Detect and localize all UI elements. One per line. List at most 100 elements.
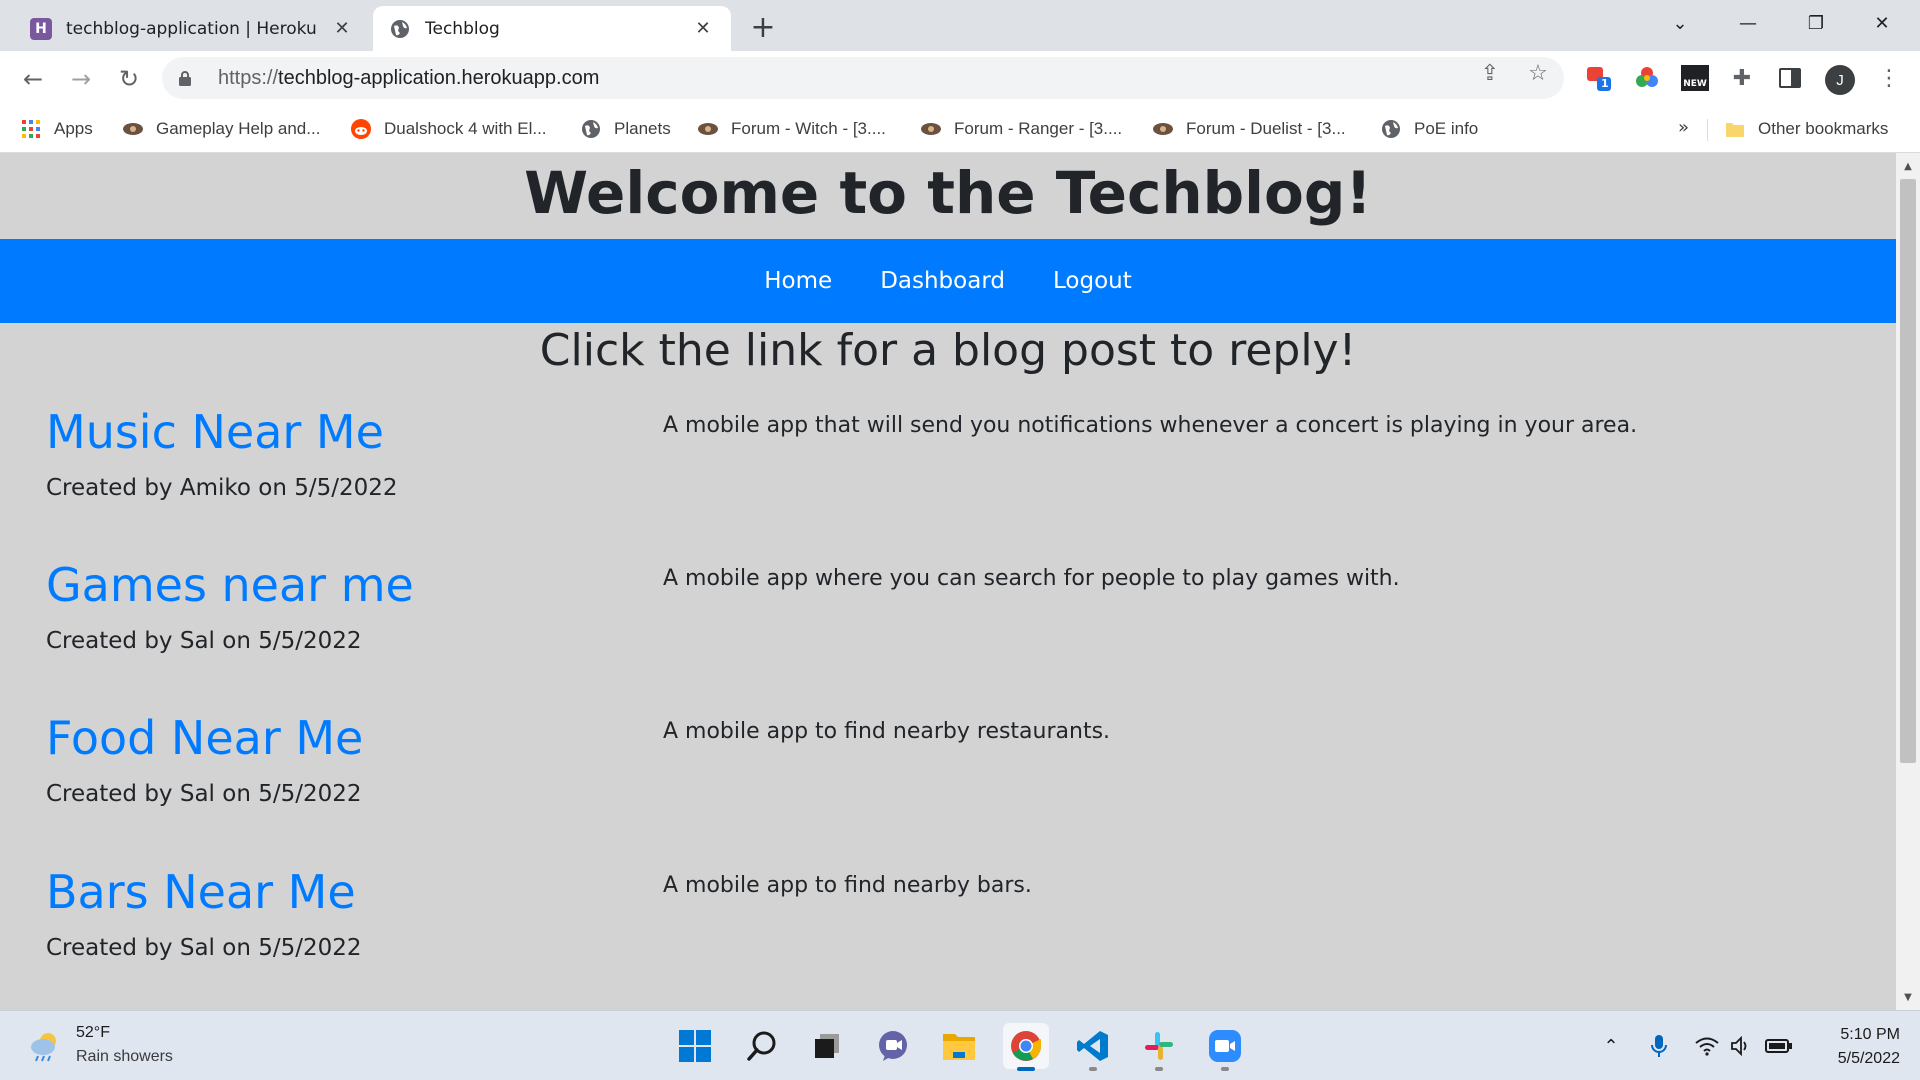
rain-cloud-icon [31,1033,56,1062]
reload-icon[interactable]: ↻ [112,62,146,96]
scroll-down-icon[interactable]: ▼ [1896,988,1920,1006]
clock-time: 5:10 PM [1840,1026,1900,1043]
search-icon[interactable] [739,1023,785,1069]
reply-prompt: Click the link for a blog post to reply! [539,325,1357,376]
post-description: A mobile app where you can search for pe… [663,566,1400,591]
url-text: https://techblog-application.herokuapp.c… [218,66,600,89]
bookmark-poe-info[interactable]: PoE info [1380,115,1478,143]
windows-taskbar: 52°F Rain showers ⌃ 5:10 PM 5/5/2022 [0,1010,1920,1080]
window-close-icon[interactable]: ✕ [1862,6,1902,40]
browser-toolbar: ← → ↻ https://techblog-application.herok… [0,51,1920,105]
web-page: Welcome to the Techblog! Home Dashboard … [0,153,1896,1010]
close-icon[interactable]: ✕ [691,17,715,41]
nav-logout-link[interactable]: Logout [1053,268,1132,294]
post-description: A mobile app to find nearby bars. [663,873,1032,898]
slack-icon[interactable] [1136,1023,1182,1071]
bookmark-planets[interactable]: Planets [580,115,671,143]
post-title-link[interactable]: Bars Near Me [46,865,356,919]
tab-techblog[interactable]: Techblog ✕ [373,6,731,51]
weather-condition: Rain showers [76,1048,173,1065]
bookmark-forum-duelist[interactable]: Forum - Duelist - [3... [1152,115,1346,143]
forward-icon[interactable]: → [64,62,98,96]
blog-post: Food Near Me Created by Sal on 5/5/2022 … [46,711,1846,851]
bookmarks-bar: Apps Gameplay Help and... Dualshock 4 wi… [0,105,1920,153]
close-icon[interactable]: ✕ [330,17,354,41]
apps-grid-icon [20,118,42,140]
tab-title: Techblog [425,18,500,39]
blog-post: Games near me Created by Sal on 5/5/2022… [46,558,1846,698]
back-icon[interactable]: ← [16,62,50,96]
side-panel-icon[interactable] [1775,63,1805,93]
wifi-icon[interactable] [1694,1033,1720,1059]
start-icon[interactable] [672,1023,718,1069]
extension-badge-icon[interactable]: 1 [1585,63,1615,93]
clock-date: 5/5/2022 [1837,1050,1900,1067]
color-picker-icon[interactable] [1632,63,1662,93]
post-description: A mobile app that will send you notifica… [663,413,1638,438]
bookmark-star-icon[interactable]: ☆ [1524,59,1552,87]
vscode-icon[interactable] [1070,1023,1116,1071]
profile-avatar[interactable]: J [1825,65,1855,95]
running-app-indicator [1221,1067,1229,1071]
minimize-icon[interactable]: — [1728,6,1768,40]
extension-badge: 1 [1601,77,1609,90]
globe-icon [580,118,602,140]
scroll-thumb[interactable] [1900,179,1916,763]
poe-icon [122,118,144,140]
post-title-link[interactable]: Food Near Me [46,711,363,765]
nav-home-link[interactable]: Home [764,268,832,294]
globe-icon [1380,118,1402,140]
bookmark-forum-ranger[interactable]: Forum - Ranger - [3.... [920,115,1122,143]
bookmark-forum-witch[interactable]: Forum - Witch - [3.... [697,115,886,143]
system-clock[interactable]: 5:10 PM 5/5/2022 [1790,1023,1900,1071]
poe-icon [1152,118,1174,140]
tab-search-icon[interactable]: ⌄ [1660,6,1700,40]
zoom-icon[interactable] [1202,1023,1248,1071]
restore-icon[interactable]: ❐ [1796,6,1836,40]
blog-post: Music Near Me Created by Amiko on 5/5/20… [46,405,1846,545]
task-view-icon[interactable] [804,1023,850,1069]
chrome-icon[interactable] [1003,1023,1049,1071]
reddit-icon [350,118,372,140]
lock-icon[interactable] [178,70,218,86]
bookmark-dualshock[interactable]: Dualshock 4 with El... [350,115,547,143]
active-app-indicator [1017,1067,1035,1071]
page-scrollbar[interactable]: ▲ ▼ [1896,153,1920,1010]
globe-icon [389,18,411,40]
volume-icon[interactable] [1728,1033,1754,1059]
poe-icon [697,118,719,140]
bookmarks-divider [1707,119,1708,141]
post-title-link[interactable]: Games near me [46,558,414,612]
bookmark-gameplay-help[interactable]: Gameplay Help and... [122,115,320,143]
file-explorer-icon[interactable] [936,1023,982,1069]
folder-icon [1724,118,1746,140]
extensions-puzzle-icon[interactable]: ✚ [1727,63,1757,93]
post-description: A mobile app to find nearby restaurants. [663,719,1111,744]
more-menu-icon[interactable]: ⋮ [1874,63,1904,93]
share-icon[interactable]: ⇪ [1476,59,1504,87]
site-nav: Home Dashboard Logout [0,239,1896,323]
tab-heroku[interactable]: H techblog-application | Heroku ✕ [14,6,370,51]
microphone-icon[interactable] [1646,1033,1672,1059]
post-meta: Created by Sal on 5/5/2022 [46,935,362,961]
post-title-link[interactable]: Music Near Me [46,405,384,459]
bookmarks-overflow-button[interactable]: » [1678,117,1689,138]
nav-dashboard-link[interactable]: Dashboard [880,268,1005,294]
new-tab-button[interactable]: + [746,10,780,45]
weather-widget[interactable]: 52°F Rain showers [28,1021,173,1069]
show-hidden-icons-icon[interactable]: ⌃ [1598,1033,1624,1059]
site-title: Welcome to the Techblog! [524,159,1372,227]
new-extension-icon[interactable]: NEW [1680,63,1710,93]
post-meta: Created by Sal on 5/5/2022 [46,781,362,807]
blog-post: Bars Near Me Created by Sal on 5/5/2022 … [46,865,1846,1005]
bookmark-apps[interactable]: Apps [20,115,93,143]
post-meta: Created by Amiko on 5/5/2022 [46,475,398,501]
other-bookmarks-folder[interactable]: Other bookmarks [1724,115,1888,143]
running-app-indicator [1089,1067,1097,1071]
tab-title: techblog-application | Heroku [66,18,317,39]
poe-icon [920,118,942,140]
running-app-indicator [1155,1067,1163,1071]
chat-icon[interactable] [870,1023,916,1069]
scroll-up-icon[interactable]: ▲ [1896,157,1920,175]
address-bar[interactable]: https://techblog-application.herokuapp.c… [162,57,1564,99]
